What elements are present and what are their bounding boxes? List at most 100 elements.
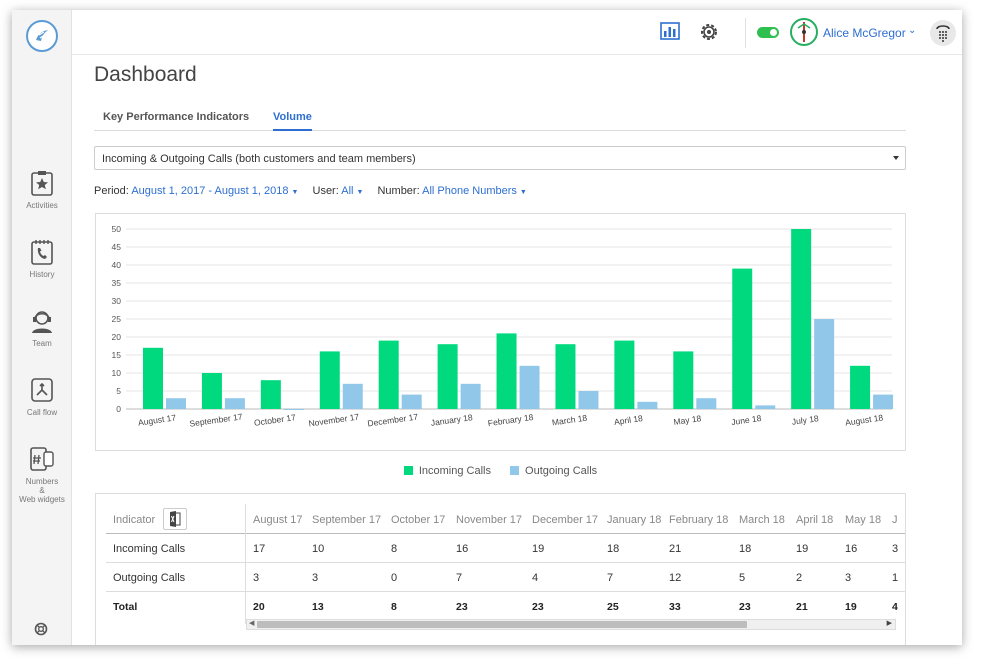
tab-volume[interactable]: Volume [273, 111, 312, 131]
table-cell: 7 [607, 572, 614, 584]
help-lifebuoy-icon[interactable] [34, 622, 48, 636]
excel-export-icon[interactable] [163, 508, 187, 530]
column-header: December 17 [532, 514, 599, 526]
period-filter[interactable]: Period: August 1, 2017 - August 1, 2018 ▼ [94, 185, 302, 197]
phone-calendar-icon [31, 240, 53, 265]
number-filter[interactable]: Number: All Phone Numbers ▼ [377, 185, 526, 197]
table-cell: 19 [845, 601, 857, 613]
bar-incoming [201, 373, 222, 409]
x-tick-label: March 18 [551, 413, 588, 428]
logo[interactable] [26, 20, 58, 52]
period-label: Period: [94, 185, 129, 197]
table-cell: 33 [669, 601, 681, 613]
x-tick-label: October 17 [253, 412, 296, 428]
column-header: March 18 [739, 514, 785, 526]
bar-outgoing [696, 398, 717, 409]
sidebar-item-history[interactable]: History [12, 239, 72, 279]
call-flow-icon [31, 378, 53, 402]
sidebar-item-team[interactable]: Team [12, 308, 72, 348]
gear-icon[interactable] [699, 22, 719, 42]
sidebar-item-call-flow[interactable]: Call flow [12, 377, 72, 417]
column-header: November 17 [456, 514, 523, 526]
row-label: Incoming Calls [113, 543, 186, 555]
table-cell: 0 [391, 572, 398, 584]
bar-incoming [673, 351, 694, 409]
column-header: September 17 [312, 514, 382, 526]
bar-incoming [850, 365, 871, 409]
sidebar-item-label: Numbers [25, 477, 59, 486]
sidebar-item-label: History [29, 270, 55, 279]
call-type-select[interactable]: Incoming & Outgoing Calls (both customer… [94, 146, 906, 170]
table-row: Incoming Calls 17 10 8 16 19 18 21 18 19… [106, 534, 905, 563]
divider [745, 18, 746, 48]
table-cell: 2 [796, 572, 803, 584]
indicator-header: Indicator [113, 514, 156, 526]
table-cell: 16 [456, 543, 469, 555]
table-cell: 18 [607, 543, 620, 555]
x-tick-label: June 18 [731, 413, 763, 427]
sidebar-item-label: Call flow [26, 408, 58, 417]
bar-incoming [260, 380, 281, 409]
legend-outgoing[interactable]: Outgoing Calls [510, 465, 597, 477]
y-tick-label: 20 [112, 332, 122, 342]
app-window: Activities History Team Call flow Number… [12, 10, 962, 645]
table-cell: 10 [312, 543, 325, 555]
table-cell: 20 [253, 601, 265, 613]
legend-incoming[interactable]: Incoming Calls [403, 465, 491, 477]
user-value: All [341, 185, 354, 197]
bar-outgoing [637, 401, 658, 409]
user-label: User: [312, 185, 339, 197]
table-cell: 18 [739, 543, 752, 555]
volume-table: Indicator August 17 September 17 October… [95, 493, 906, 645]
sidebar-item-activities[interactable]: Activities [12, 170, 72, 210]
filter-bar: Period: August 1, 2017 - August 1, 2018 ▼… [94, 185, 538, 197]
hash-phone-icon [30, 447, 54, 471]
table-cell: 13 [312, 601, 324, 613]
y-tick-label: 35 [112, 278, 122, 288]
column-header: January 18 [607, 514, 662, 526]
table-cell: 4 [532, 572, 539, 584]
volume-chart: 0 5 10 15 20 25 30 35 40 45 50 August 17 September 1… [95, 213, 906, 451]
tab-key-performance-indicators[interactable]: Key Performance Indicators [103, 111, 249, 129]
bar-outgoing [873, 394, 894, 409]
sidebar: Activities History Team Call flow Number… [12, 10, 72, 645]
caret-down-icon: ▼ [291, 189, 299, 196]
table-cell: 19 [532, 543, 545, 555]
y-tick-label: 40 [112, 260, 122, 270]
scroll-right-arrow[interactable]: ▶ [887, 619, 892, 627]
chevron-down-icon[interactable]: ⌄ [908, 25, 916, 36]
user-filter[interactable]: User: All ▼ [313, 185, 367, 197]
table-cell: 23 [456, 601, 468, 613]
table-cell: 3 [312, 572, 319, 584]
bar-incoming [791, 229, 812, 409]
table-cell: 21 [796, 601, 808, 613]
y-tick-label: 30 [112, 296, 122, 306]
scroll-left-arrow[interactable]: ◀ [249, 619, 254, 627]
user-name[interactable]: Alice McGregor [823, 26, 906, 40]
y-tick-label: 10 [112, 368, 122, 378]
row-label: Outgoing Calls [113, 572, 186, 584]
legend-label: Incoming Calls [418, 465, 491, 477]
caret-down-icon [893, 156, 899, 160]
top-bar: Alice McGregor ⌄ [72, 10, 962, 55]
scrollbar-thumb[interactable] [257, 621, 747, 628]
table-cell: 8 [391, 601, 397, 613]
table-cell: 16 [845, 543, 858, 555]
avatar-image [797, 22, 811, 42]
availability-toggle[interactable] [757, 27, 779, 38]
horizontal-scrollbar[interactable]: ◀ ▶ [246, 619, 896, 630]
bar-chart-icon[interactable] [660, 22, 680, 40]
table-cell: 1 [892, 572, 899, 584]
x-tick-label: November 17 [308, 411, 360, 428]
legend-label: Outgoing Calls [525, 465, 598, 477]
x-tick-label: September 17 [189, 411, 244, 428]
column-header: May 18 [845, 514, 882, 526]
bar-outgoing [578, 391, 599, 409]
dialpad-icon[interactable] [930, 20, 956, 46]
row-label: Total [113, 601, 138, 613]
column-header: August 17 [253, 514, 303, 526]
avatar[interactable] [790, 18, 818, 46]
star-clipboard-icon [31, 171, 53, 196]
sidebar-item-numbers-web-widgets[interactable]: Numbers & Web widgets [12, 446, 72, 504]
volume-chart-svg: 0 5 10 15 20 25 30 35 40 45 50 August 17 September 1… [112, 224, 894, 429]
